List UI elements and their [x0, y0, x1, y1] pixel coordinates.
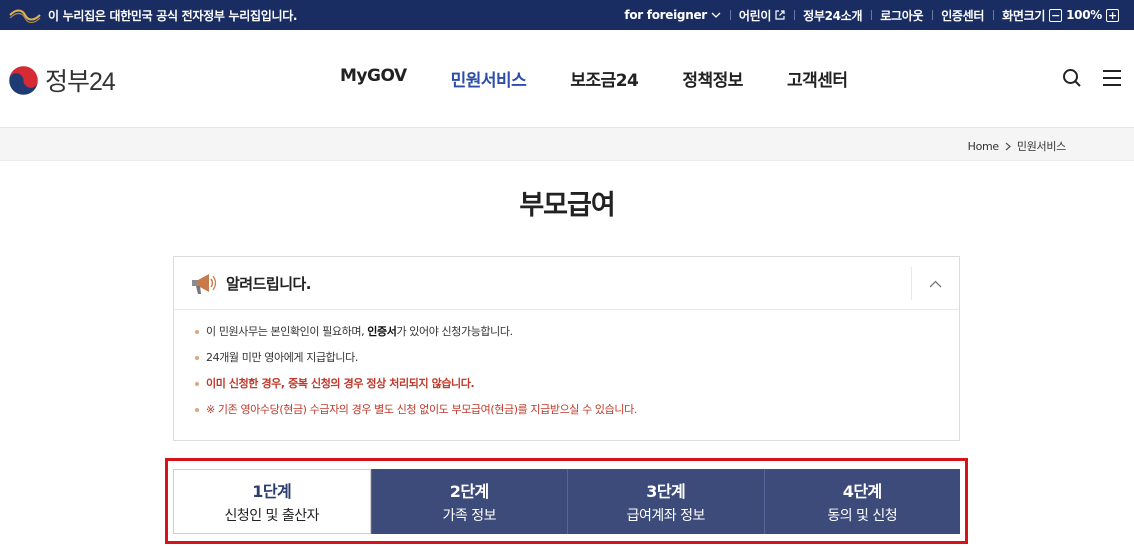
- nav-customer-center[interactable]: 고객센터: [787, 66, 848, 91]
- chevron-down-icon: [711, 12, 721, 18]
- step-1[interactable]: 1단계 신청인 및 출산자: [173, 469, 371, 534]
- site-header: 정부24 MyGOV 민원서비스 보조금24 정책정보 고객센터: [0, 30, 1134, 128]
- gov-banner-text: 이 누리집은 대한민국 공식 전자정부 누리집입니다.: [48, 8, 298, 23]
- logout-link[interactable]: 로그아웃: [871, 7, 932, 24]
- about-link[interactable]: 정부24소개: [794, 7, 871, 24]
- zoom-out-button[interactable]: −: [1049, 8, 1063, 22]
- notice-item: 이 민원사무는 본인확인이 필요하며, 인증서가 있어야 신청가능합니다.: [194, 324, 959, 350]
- kids-link[interactable]: 어린이: [729, 7, 794, 24]
- logo-text: 정부24: [45, 68, 116, 96]
- page-title: 부모급여: [519, 190, 615, 221]
- search-icon[interactable]: [1062, 68, 1082, 88]
- gov-banner: 이 누리집은 대한민국 공식 전자정부 누리집입니다. for foreigne…: [0, 0, 1134, 30]
- notice-header: 알려드립니다.: [174, 257, 959, 310]
- notice-toggle-button[interactable]: [911, 267, 959, 300]
- screen-size-label: 화면크기: [1002, 8, 1046, 23]
- chevron-up-icon: [929, 280, 942, 287]
- screen-size-control: 화면크기 − 100% +: [993, 7, 1128, 24]
- nav-subsidy24[interactable]: 보조금24: [570, 66, 639, 91]
- notice-item-info: ※ 기존 영아수당(현금) 수급자의 경우 별도 신청 없이도 부모급여(현금)…: [194, 402, 959, 428]
- megaphone-icon: [192, 274, 217, 294]
- nav-policy-info[interactable]: 정책정보: [682, 66, 743, 91]
- chevron-right-icon: [1005, 142, 1011, 150]
- notice-list: 이 민원사무는 본인확인이 필요하며, 인증서가 있어야 신청가능합니다. 24…: [174, 310, 959, 428]
- nav-mygov[interactable]: MyGOV: [340, 66, 407, 91]
- notice-title: 알려드립니다.: [226, 275, 312, 293]
- step-indicator: 1단계 신청인 및 출산자 2단계 가족 정보 3단계 급여계좌 정보 4단계 …: [173, 469, 960, 534]
- notice-box: 알려드립니다. 이 민원사무는 본인확인이 필요하며, 인증서가 있어야 신청가…: [173, 256, 960, 441]
- site-logo[interactable]: 정부24: [8, 62, 116, 98]
- notice-item-warning: 이미 신청한 경우, 중복 신청의 경우 정상 처리되지 않습니다.: [194, 376, 959, 402]
- zoom-value: 100%: [1066, 8, 1102, 22]
- taegeuk-logo-icon: [8, 65, 39, 95]
- breadcrumb-current[interactable]: 민원서비스: [1017, 138, 1066, 154]
- external-link-icon: [775, 10, 785, 20]
- for-foreigner-link[interactable]: for foreigner: [615, 8, 730, 22]
- breadcrumb-home[interactable]: Home: [968, 140, 1000, 153]
- step-2[interactable]: 2단계 가족 정보: [370, 469, 567, 534]
- nav-civil-service[interactable]: 민원서비스: [451, 66, 527, 91]
- step-3[interactable]: 3단계 급여계좌 정보: [567, 469, 764, 534]
- main-nav: MyGOV 민원서비스 보조금24 정책정보 고객센터: [340, 66, 892, 91]
- cert-center-link[interactable]: 인증센터: [932, 7, 993, 24]
- step-4[interactable]: 4단계 동의 및 신청: [763, 469, 960, 534]
- notice-item: 24개월 미만 영아에게 지급합니다.: [194, 350, 959, 376]
- zoom-in-button[interactable]: +: [1106, 8, 1119, 22]
- menu-icon[interactable]: [1102, 69, 1122, 87]
- breadcrumb: Home 민원서비스: [968, 138, 1067, 154]
- breadcrumb-band: Home 민원서비스: [0, 128, 1134, 161]
- gov-emblem-icon: [9, 9, 41, 23]
